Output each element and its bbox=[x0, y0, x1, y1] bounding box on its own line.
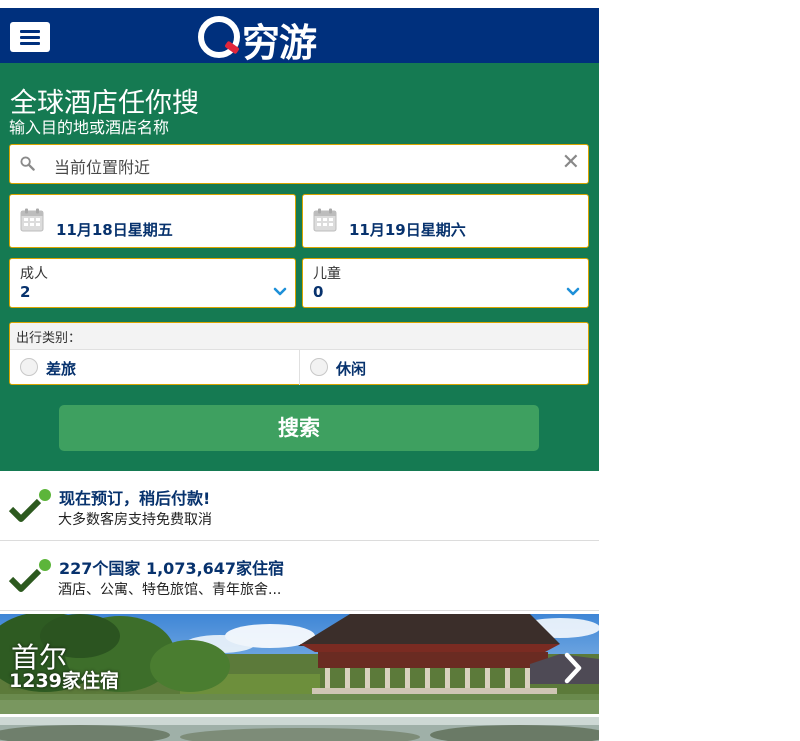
radio-button[interactable] bbox=[20, 358, 38, 376]
calendar-icon bbox=[313, 208, 337, 232]
promo-subtitle: 酒店、公寓、特色旅馆、青年旅舍... bbox=[58, 582, 282, 598]
adults-select[interactable]: 成人 2 bbox=[9, 258, 296, 308]
clear-icon[interactable]: ✕ bbox=[562, 150, 580, 176]
promo-item: 现在预订，稍后付款! 大多数客房支持免费取消 bbox=[0, 471, 599, 541]
promo-item: 227个国家 1,073,647家住宿 酒店、公寓、特色旅馆、青年旅舍... bbox=[0, 541, 599, 611]
brand-name: 穷游 bbox=[242, 21, 317, 65]
trip-option-business[interactable]: 差旅 bbox=[10, 350, 300, 385]
checkin-date: 11月18日星期五 bbox=[56, 221, 173, 239]
destination-input[interactable]: 当前位置附近 ✕ bbox=[9, 144, 589, 184]
trip-option-label: 休闲 bbox=[336, 360, 367, 378]
check-icon bbox=[8, 489, 51, 522]
city-hotel-count: 1239家住宿 bbox=[9, 670, 119, 692]
adults-value: 2 bbox=[20, 283, 31, 301]
radio-button[interactable] bbox=[310, 358, 328, 376]
hamburger-menu-icon bbox=[20, 30, 40, 33]
check-icon bbox=[8, 559, 51, 592]
search-icon bbox=[20, 156, 35, 171]
promo-subtitle: 大多数客房支持免费取消 bbox=[58, 512, 212, 528]
menu-button[interactable] bbox=[10, 22, 50, 52]
chevron-right-icon bbox=[564, 652, 582, 684]
search-subtitle: 输入目的地或酒店名称 bbox=[9, 118, 170, 137]
adults-label: 成人 bbox=[20, 266, 48, 282]
promo-title: 227个国家 1,073,647家住宿 bbox=[59, 559, 285, 578]
top-strip bbox=[0, 0, 599, 8]
trip-type-header: 出行类别： bbox=[10, 323, 588, 350]
trip-option-leisure[interactable]: 休闲 bbox=[300, 350, 588, 385]
trip-type-group: 出行类别： 差旅 休闲 bbox=[9, 322, 589, 385]
children-label: 儿童 bbox=[313, 266, 341, 282]
checkout-date: 11月19日星期六 bbox=[349, 221, 466, 239]
trip-type-label: 出行类别： bbox=[16, 331, 82, 346]
calendar-icon bbox=[20, 208, 44, 232]
checkout-date-field[interactable]: 11月19日星期六 bbox=[302, 194, 589, 248]
trip-option-label: 差旅 bbox=[46, 360, 77, 378]
checkin-date-field[interactable]: 11月18日星期五 bbox=[9, 194, 296, 248]
chevron-down-icon bbox=[273, 287, 287, 296]
city-card-next[interactable] bbox=[0, 717, 599, 741]
app-root: 穷游 全球酒店任你搜 输入目的地或酒店名称 当前位置附近 ✕ 11月18日星期五… bbox=[0, 0, 599, 741]
city-card-seoul[interactable]: 首尔 1239家住宿 bbox=[0, 614, 599, 714]
children-select[interactable]: 儿童 0 bbox=[302, 258, 589, 308]
children-value: 0 bbox=[313, 283, 324, 301]
search-panel: 全球酒店任你搜 输入目的地或酒店名称 当前位置附近 ✕ 11月18日星期五 11… bbox=[0, 63, 599, 471]
chevron-down-icon bbox=[566, 287, 580, 296]
header: 穷游 bbox=[0, 8, 599, 65]
search-button[interactable]: 搜索 bbox=[59, 405, 539, 451]
promo-title: 现在预订，稍后付款! bbox=[59, 489, 211, 508]
city-photo bbox=[0, 614, 599, 714]
city-photo bbox=[0, 717, 599, 741]
destination-value: 当前位置附近 bbox=[54, 158, 151, 177]
